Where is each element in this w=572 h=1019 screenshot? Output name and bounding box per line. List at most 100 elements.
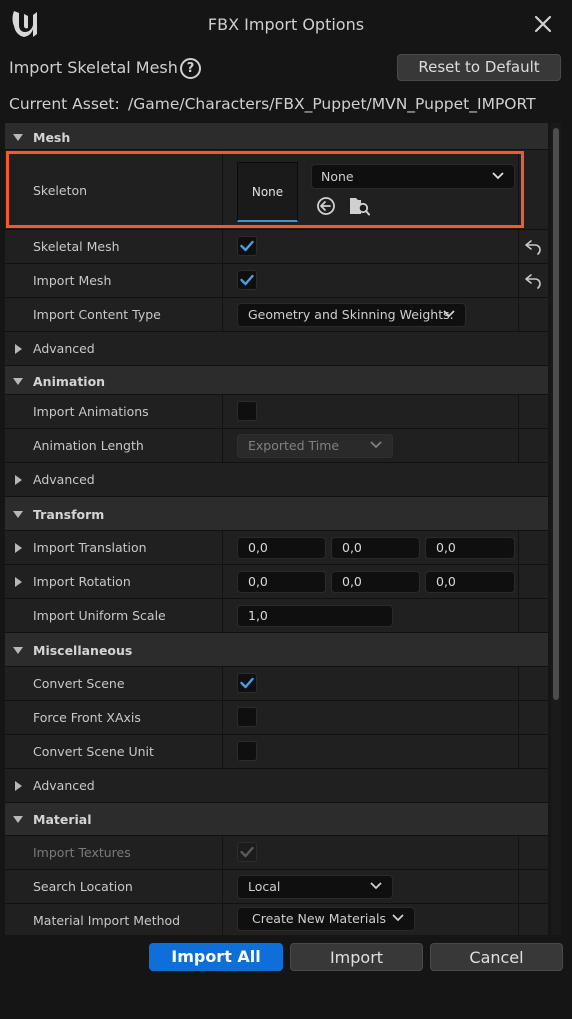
- expand-triangle-icon[interactable]: [15, 543, 22, 553]
- property-label: Convert Scene: [33, 676, 125, 691]
- property-import-rotation: Import Rotation 0,0 0,0 0,0: [5, 565, 548, 599]
- dropdown-value: Local: [248, 879, 281, 894]
- category-mesh[interactable]: Mesh: [5, 123, 548, 150]
- column-divider: [518, 667, 519, 700]
- reset-to-default-button[interactable]: Reset to Default: [397, 54, 561, 81]
- mesh-advanced-group[interactable]: Advanced: [5, 332, 548, 366]
- collapse-triangle-icon: [13, 378, 23, 385]
- checkmark-icon: [240, 240, 254, 252]
- column-divider: [518, 531, 519, 564]
- skeletal-mesh-checkbox[interactable]: [237, 236, 257, 256]
- property-skeletal-mesh: Skeletal Mesh: [5, 230, 548, 264]
- property-force-front-xaxis: Force Front XAxis: [5, 701, 548, 735]
- convert-scene-checkbox[interactable]: [237, 673, 257, 693]
- column-divider: [518, 735, 519, 768]
- property-label: Import Mesh: [33, 273, 112, 288]
- category-label: Animation: [33, 374, 106, 389]
- help-icon[interactable]: ?: [180, 58, 201, 79]
- chevron-down-icon: [370, 441, 382, 449]
- browse-asset-icon[interactable]: [348, 195, 370, 217]
- misc-advanced-group[interactable]: Advanced: [5, 769, 548, 803]
- expand-triangle-icon[interactable]: [15, 577, 22, 587]
- expand-triangle-icon: [15, 344, 22, 354]
- current-asset-path: /Game/Characters/FBX_Puppet/MVN_Puppet_I…: [128, 95, 536, 113]
- column-divider: [222, 395, 223, 428]
- property-label: Import Textures: [33, 845, 131, 860]
- skeleton-thumbnail[interactable]: None: [237, 162, 298, 222]
- column-divider: [222, 565, 223, 598]
- import-all-button[interactable]: Import All: [149, 943, 283, 971]
- chevron-down-icon: [392, 914, 404, 922]
- property-import-mesh: Import Mesh: [5, 264, 548, 298]
- material-import-method-dropdown[interactable]: Create New Materials: [237, 907, 415, 931]
- category-animation[interactable]: Animation: [5, 366, 548, 395]
- property-animation-length: Animation Length Exported Time: [5, 429, 548, 463]
- column-divider: [222, 836, 223, 869]
- column-divider: [518, 298, 519, 331]
- convert-scene-unit-checkbox[interactable]: [237, 741, 257, 761]
- column-divider: [222, 298, 223, 331]
- category-label: Transform: [33, 507, 105, 522]
- search-location-dropdown[interactable]: Local: [237, 875, 393, 899]
- category-miscellaneous[interactable]: Miscellaneous: [5, 633, 548, 667]
- rotation-z-field[interactable]: 0,0: [425, 571, 515, 593]
- import-button[interactable]: Import: [290, 943, 423, 971]
- import-animations-checkbox[interactable]: [237, 401, 257, 421]
- title-bar: FBX Import Options: [0, 0, 572, 50]
- column-divider: [518, 836, 519, 869]
- group-label: Advanced: [33, 472, 95, 487]
- reset-arrow-icon[interactable]: [524, 273, 542, 289]
- cancel-button[interactable]: Cancel: [430, 943, 563, 971]
- column-divider: [222, 870, 223, 903]
- current-asset-row: Current Asset: /Game/Characters/FBX_Pupp…: [0, 90, 572, 120]
- property-label: Search Location: [33, 879, 133, 894]
- property-material-import-method: Material Import Method Create New Materi…: [5, 904, 548, 935]
- rotation-y-field[interactable]: 0,0: [331, 571, 420, 593]
- property-label: Skeletal Mesh: [33, 239, 120, 254]
- column-divider: [518, 429, 519, 462]
- reset-arrow-icon[interactable]: [524, 239, 542, 255]
- category-material[interactable]: Material: [5, 803, 548, 836]
- import-textures-checkbox[interactable]: [237, 842, 257, 862]
- category-transform[interactable]: Transform: [5, 497, 548, 531]
- property-label: Import Rotation: [33, 574, 131, 589]
- property-label: Force Front XAxis: [33, 710, 141, 725]
- collapse-triangle-icon: [13, 647, 23, 654]
- animation-length-dropdown[interactable]: Exported Time: [237, 434, 393, 458]
- column-divider: [222, 264, 223, 297]
- force-front-xaxis-checkbox[interactable]: [237, 707, 257, 727]
- translation-x-field[interactable]: 0,0: [237, 537, 326, 559]
- uniform-scale-field[interactable]: 1,0: [237, 605, 393, 627]
- details-panel: Mesh Skeleton Skeletal Mesh Import Mesh …: [5, 123, 548, 935]
- property-label: Animation Length: [33, 438, 144, 453]
- column-divider: [222, 599, 223, 632]
- column-divider: [222, 735, 223, 768]
- rotation-x-field[interactable]: 0,0: [237, 571, 326, 593]
- column-divider: [222, 230, 223, 263]
- property-label: Import Translation: [33, 540, 147, 555]
- property-label: Material Import Method: [33, 913, 181, 928]
- dropdown-value: None: [321, 169, 354, 184]
- checkmark-icon: [240, 274, 254, 286]
- chevron-down-icon: [370, 882, 382, 890]
- property-import-textures: Import Textures: [5, 836, 548, 870]
- collapse-triangle-icon: [13, 511, 23, 518]
- import-mesh-checkbox[interactable]: [237, 270, 257, 290]
- group-label: Advanced: [33, 341, 95, 356]
- dropdown-value: Exported Time: [248, 438, 340, 453]
- dialog-heading: Import Skeletal Mesh: [9, 58, 178, 77]
- group-label: Advanced: [33, 778, 95, 793]
- property-label: Import Uniform Scale: [33, 608, 166, 623]
- translation-y-field[interactable]: 0,0: [331, 537, 420, 559]
- import-content-type-dropdown[interactable]: Geometry and Skinning Weights.: [237, 303, 466, 327]
- column-divider: [518, 565, 519, 598]
- use-selected-asset-icon[interactable]: [316, 196, 336, 216]
- scrollbar-thumb[interactable]: [553, 128, 559, 700]
- skeleton-dropdown[interactable]: None: [311, 164, 515, 189]
- column-divider: [222, 904, 223, 935]
- animation-advanced-group[interactable]: Advanced: [5, 463, 548, 497]
- translation-z-field[interactable]: 0,0: [425, 537, 515, 559]
- expand-triangle-icon: [15, 475, 22, 485]
- close-icon[interactable]: [532, 13, 554, 35]
- dropdown-value: Geometry and Skinning Weights.: [248, 307, 454, 322]
